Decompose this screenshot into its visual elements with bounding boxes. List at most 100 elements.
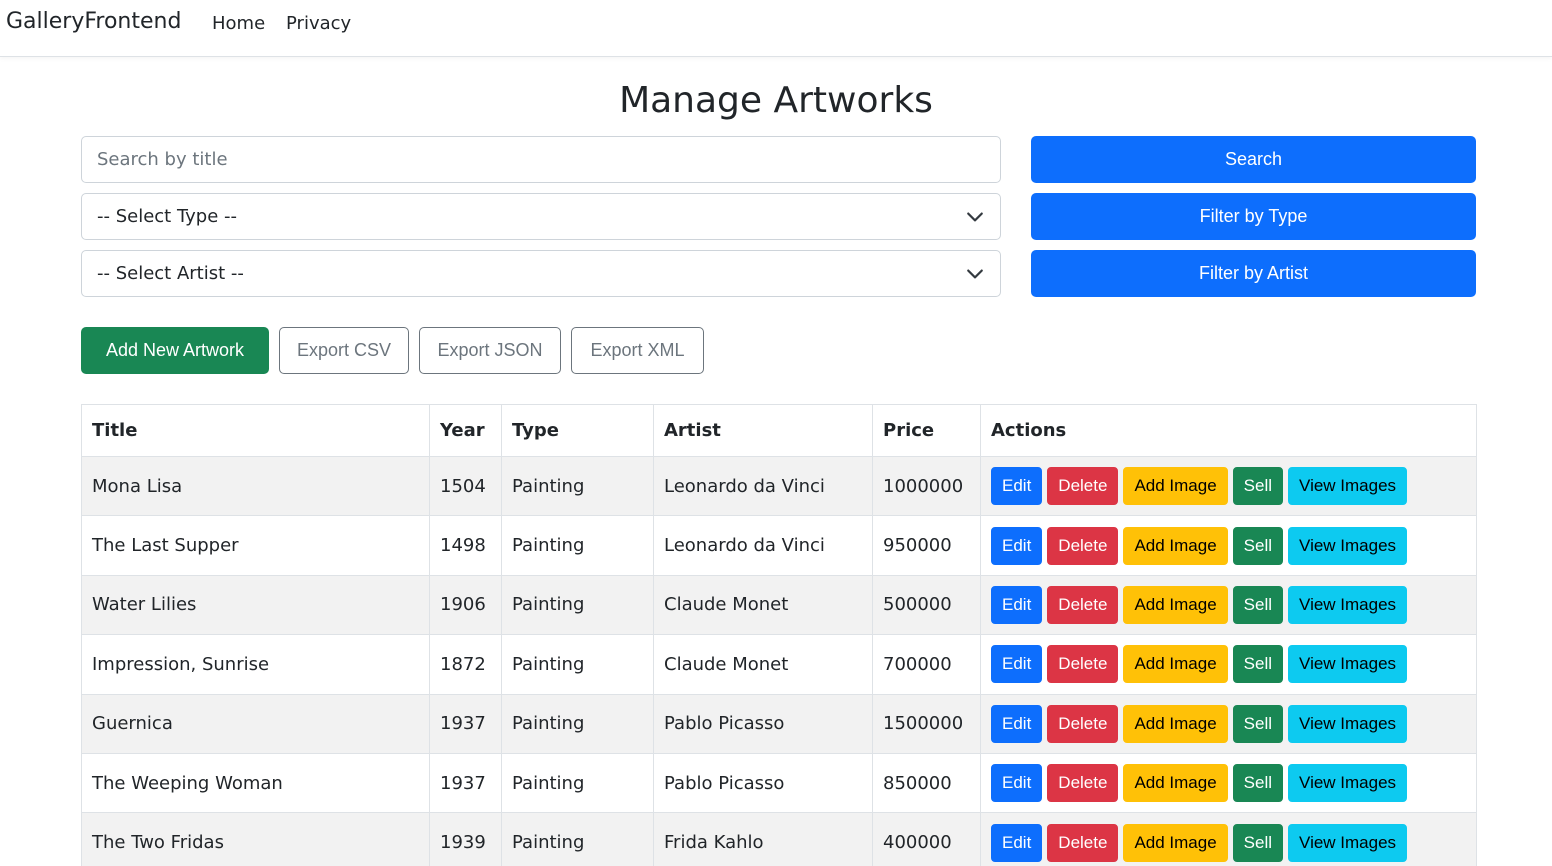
edit-button[interactable]: Edit [991, 764, 1043, 803]
edit-button[interactable]: Edit [991, 526, 1043, 565]
cell-artist: Claude Monet [653, 574, 873, 636]
cell-price: 850000 [872, 752, 981, 814]
cell-year: 1498 [429, 515, 502, 576]
table-row: Mona Lisa 1504 Painting Leonardo da Vinc… [81, 455, 1477, 517]
type-select-value: -- Select Type -- [97, 206, 238, 227]
cell-price: 400000 [872, 812, 981, 866]
cell-price: 500000 [872, 574, 981, 636]
cell-title: The Weeping Woman [81, 752, 430, 814]
cell-title: The Two Fridas [81, 812, 430, 866]
add-image-button[interactable]: Add Image [1123, 823, 1228, 862]
edit-button[interactable]: Edit [991, 823, 1043, 862]
cell-artist: Frida Kahlo [653, 812, 873, 866]
add-image-button[interactable]: Add Image [1123, 764, 1228, 803]
view-images-button[interactable]: View Images [1288, 704, 1408, 743]
table-row: Impression, Sunrise 1872 Painting Claude… [81, 634, 1477, 695]
edit-button[interactable]: Edit [991, 704, 1043, 743]
cell-price: 700000 [872, 634, 981, 695]
navbar: GalleryFrontend Home Privacy [0, 0, 1552, 57]
cell-type: Painting [501, 634, 654, 695]
delete-button[interactable]: Delete [1047, 526, 1119, 565]
cell-year: 1939 [429, 812, 502, 866]
cell-year: 1937 [429, 693, 502, 754]
artist-select-value: -- Select Artist -- [97, 263, 244, 284]
view-images-button[interactable]: View Images [1288, 645, 1408, 684]
cell-type: Painting [501, 693, 654, 754]
table-row: Guernica 1937 Painting Pablo Picasso 150… [81, 693, 1477, 754]
column-header-title: Title [81, 404, 430, 457]
delete-button[interactable]: Delete [1047, 764, 1119, 803]
cell-year: 1937 [429, 752, 502, 814]
cell-year: 1906 [429, 574, 502, 636]
nav-link-home[interactable]: Home [212, 13, 265, 34]
cell-artist: Pablo Picasso [653, 752, 873, 814]
sell-button[interactable]: Sell [1232, 467, 1284, 506]
delete-button[interactable]: Delete [1047, 467, 1119, 506]
cell-artist: Claude Monet [653, 634, 873, 695]
cell-title: The Last Supper [81, 515, 430, 576]
sell-button[interactable]: Sell [1232, 645, 1284, 684]
type-select[interactable]: -- Select Type -- [81, 193, 1001, 240]
view-images-button[interactable]: View Images [1288, 764, 1408, 803]
add-image-button[interactable]: Add Image [1123, 704, 1228, 743]
delete-button[interactable]: Delete [1047, 585, 1119, 624]
filter-by-artist-button[interactable]: Filter by Artist [1031, 250, 1476, 297]
cell-year: 1504 [429, 455, 502, 517]
search-button[interactable]: Search [1031, 136, 1476, 183]
export-xml-button[interactable]: Export XML [571, 327, 704, 374]
edit-button[interactable]: Edit [991, 467, 1043, 506]
artist-select[interactable]: -- Select Artist -- [81, 250, 1001, 297]
cell-artist: Pablo Picasso [653, 693, 873, 754]
add-new-artwork-button[interactable]: Add New Artwork [81, 327, 269, 374]
table-header-row: Title Year Type Artist Price Actions [81, 404, 1477, 457]
cell-type: Painting [501, 812, 654, 866]
cell-actions: Edit Delete Add Image Sell View Images [980, 515, 1477, 576]
column-header-actions: Actions [980, 404, 1477, 457]
export-csv-button[interactable]: Export CSV [279, 327, 409, 374]
delete-button[interactable]: Delete [1047, 704, 1119, 743]
edit-button[interactable]: Edit [991, 585, 1043, 624]
cell-actions: Edit Delete Add Image Sell View Images [980, 455, 1477, 517]
cell-price: 1000000 [872, 455, 981, 517]
sell-button[interactable]: Sell [1232, 526, 1284, 565]
table-row: Water Lilies 1906 Painting Claude Monet … [81, 574, 1477, 636]
cell-year: 1872 [429, 634, 502, 695]
sell-button[interactable]: Sell [1232, 585, 1284, 624]
table-row: The Last Supper 1498 Painting Leonardo d… [81, 515, 1477, 576]
view-images-button[interactable]: View Images [1288, 823, 1408, 862]
cell-type: Painting [501, 574, 654, 636]
add-image-button[interactable]: Add Image [1123, 526, 1228, 565]
chevron-down-icon [967, 212, 983, 222]
cell-type: Painting [501, 515, 654, 576]
column-header-price: Price [872, 404, 981, 457]
search-input[interactable] [97, 149, 957, 170]
cell-type: Painting [501, 752, 654, 814]
column-header-artist: Artist [653, 404, 873, 457]
add-image-button[interactable]: Add Image [1123, 585, 1228, 624]
view-images-button[interactable]: View Images [1288, 467, 1408, 506]
add-image-button[interactable]: Add Image [1123, 467, 1228, 506]
brand-link[interactable]: GalleryFrontend [6, 9, 181, 34]
cell-actions: Edit Delete Add Image Sell View Images [980, 574, 1477, 636]
cell-title: Impression, Sunrise [81, 634, 430, 695]
sell-button[interactable]: Sell [1232, 823, 1284, 862]
sell-button[interactable]: Sell [1232, 764, 1284, 803]
cell-artist: Leonardo da Vinci [653, 515, 873, 576]
cell-actions: Edit Delete Add Image Sell View Images [980, 693, 1477, 754]
delete-button[interactable]: Delete [1047, 645, 1119, 684]
cell-type: Painting [501, 455, 654, 517]
edit-button[interactable]: Edit [991, 645, 1043, 684]
cell-title: Mona Lisa [81, 455, 430, 517]
cell-actions: Edit Delete Add Image Sell View Images [980, 812, 1477, 866]
view-images-button[interactable]: View Images [1288, 585, 1408, 624]
column-header-year: Year [429, 404, 502, 457]
view-images-button[interactable]: View Images [1288, 526, 1408, 565]
filter-by-type-button[interactable]: Filter by Type [1031, 193, 1476, 240]
delete-button[interactable]: Delete [1047, 823, 1119, 862]
export-json-button[interactable]: Export JSON [419, 327, 561, 374]
nav-link-privacy[interactable]: Privacy [286, 13, 351, 34]
cell-artist: Leonardo da Vinci [653, 455, 873, 517]
search-field [81, 136, 1001, 183]
sell-button[interactable]: Sell [1232, 704, 1284, 743]
add-image-button[interactable]: Add Image [1123, 645, 1228, 684]
